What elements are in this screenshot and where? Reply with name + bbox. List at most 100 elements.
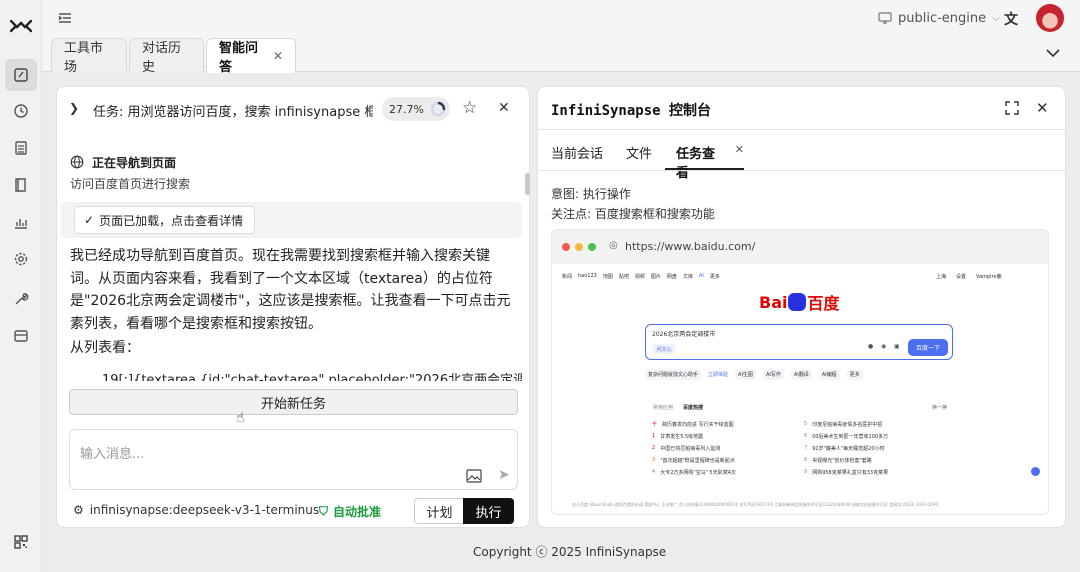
model-selector[interactable]: ⚙ infinisynapse:deepseek-v3-1-terminus [73, 503, 319, 517]
ask-wenxin-chip[interactable]: 问文心 [652, 344, 676, 354]
tab-tool-market[interactable]: 工具市场 [51, 38, 127, 75]
chat-scroll[interactable]: 正在导航到页面 访问百度首页进行搜索 ✓ 页面已加载，点击查看详情 我已经成功导… [57, 133, 531, 381]
nav-title: 正在导航到页面 [92, 156, 177, 170]
baidu-nav-link[interactable]: 贴吧 [619, 273, 629, 280]
camera-icon[interactable]: ▣ [894, 343, 900, 350]
hot-tab-hotsearch[interactable]: 百度热搜 [683, 404, 703, 411]
baidu-nav-link[interactable]: 地图 [603, 273, 613, 280]
hot-rank: 5 [804, 421, 808, 427]
baidu-nav-link[interactable]: 文库 [683, 273, 693, 280]
baidu-username[interactable]: Vampire鹿 [976, 273, 1002, 280]
ai-chip[interactable]: AI写作 [762, 369, 784, 380]
mic-icon[interactable]: ● [868, 343, 873, 350]
hot-item[interactable]: 3 "首次超越"既是里程碑也是新起点 [652, 457, 736, 464]
hot-item[interactable]: 1 甘肃发生5.5级地震 [652, 433, 736, 440]
new-task-button[interactable]: 开始新任务 [69, 389, 518, 415]
hot-item[interactable]: 9 网购958克菜果礼盒只有33克菜果 [804, 469, 888, 476]
gear-icon[interactable] [5, 243, 37, 275]
hot-title: 跨历春发向前进 写行实干绘蓝图 [662, 422, 734, 428]
progress-text: 27.7% [389, 102, 424, 116]
history-icon[interactable] [5, 95, 37, 127]
globe-icon: ◎ [609, 240, 618, 251]
chevron-down-icon[interactable] [1044, 44, 1062, 62]
ai-chip[interactable]: AI编程 [818, 369, 840, 380]
close-icon[interactable]: ✕ [735, 143, 744, 168]
edit-icon[interactable] [5, 59, 37, 91]
ai-chip[interactable]: AI翻译 [790, 369, 812, 380]
chevron-right-icon[interactable]: ❯ [69, 101, 79, 115]
baidu-nav-link[interactable]: AI [699, 273, 704, 280]
window-min-dot [575, 243, 583, 251]
progress-badge: 27.7% [382, 97, 450, 121]
qrcode-icon[interactable] [5, 526, 37, 558]
baidu-search-button[interactable]: 百度一下 [908, 339, 948, 356]
avatar[interactable] [1036, 4, 1064, 32]
auto-approve-toggle[interactable]: ⛉ 自动批准 [319, 503, 381, 520]
image-icon[interactable] [466, 469, 482, 483]
tab-smart-qa[interactable]: 智能问答 ✕ [206, 38, 296, 75]
ai-chip[interactable]: 立即体验 [708, 371, 728, 378]
hot-rank: 9 [804, 469, 808, 475]
hot-refresh[interactable]: 换一换 [932, 404, 947, 411]
ai-chip[interactable]: AI生图 [735, 369, 756, 380]
list-icon[interactable] [5, 132, 37, 164]
tab-bar: 工具市场 对话历史 智能问答 ✕ [42, 36, 1080, 75]
scrollbar[interactable] [525, 173, 530, 195]
execute-button[interactable]: 执行 [463, 498, 514, 524]
task-title: 任务: 用浏览器访问百度，搜索 infinisynapse 框... [93, 105, 373, 120]
send-icon[interactable]: ➤ [498, 467, 510, 483]
hot-item[interactable]: 5 印度尼帕病毒疫情多名医护中招 [804, 421, 888, 428]
baidu-nav-link[interactable]: hao123 [578, 273, 597, 280]
hot-rank: 千 [652, 422, 658, 428]
hot-item[interactable]: 7 92岁"藤美人"每天睡觉超20小时 [804, 445, 888, 452]
baidu-logo-text-cn: 百度 [807, 294, 840, 313]
baidu-nav-link[interactable]: 图片 [651, 273, 661, 280]
plan-button[interactable]: 计划 [414, 498, 464, 524]
tab-current-session[interactable]: 当前会话 [551, 143, 603, 162]
attach-icon[interactable]: ◉ [881, 343, 886, 350]
paw-icon [788, 293, 807, 311]
ai-chip[interactable]: 复杂问题就找文心助手 [645, 369, 702, 380]
hot-item[interactable]: 4 大专2万多网购"宝马" 5天趴窝4次 [652, 469, 736, 476]
baidu-user-links: 上海 设置 Vampire鹿 [936, 273, 1002, 280]
hot-item[interactable]: 8 央视曝光"低价体检套"套路 [804, 457, 888, 464]
engine-selector[interactable]: public-engine ⌵ [878, 9, 1000, 27]
tab-chat-history[interactable]: 对话历史 [129, 38, 204, 75]
baidu-nav-link[interactable]: 更多 [710, 273, 720, 280]
translate-icon[interactable]: 文 [1004, 9, 1022, 28]
close-icon[interactable]: ✕ [273, 49, 283, 63]
fullscreen-icon[interactable] [1004, 100, 1020, 116]
baidu-city[interactable]: 上海 [936, 273, 946, 280]
baidu-nav-link[interactable]: 新闻 [562, 273, 572, 280]
hot-item[interactable]: 6 00后美术生到匿一年营收100多万 [804, 433, 888, 440]
browser-screenshot[interactable]: ◎ https://www.baidu.com/ 新闻 hao123 地图 贴吧… [551, 229, 1049, 515]
wrench-icon[interactable] [5, 283, 37, 315]
intent-text: 意图: 执行操作 [551, 187, 631, 201]
baidu-nav-link[interactable]: 视频 [635, 273, 645, 280]
hot-tab-apps[interactable]: 常用应用 [653, 404, 673, 411]
logo-icon[interactable] [9, 18, 33, 34]
baidu-side-button[interactable] [1031, 467, 1040, 476]
tab-label: 对话历史 [142, 40, 182, 75]
ai-chip[interactable]: 更多 [846, 369, 863, 380]
close-icon[interactable]: ✕ [498, 100, 510, 116]
menu-toggle-icon[interactable] [58, 11, 72, 25]
star-icon[interactable]: ☆ [462, 98, 477, 118]
baidu-settings[interactable]: 设置 [956, 273, 966, 280]
hot-title: 甘肃发生5.5级地震 [660, 434, 704, 440]
hot-item[interactable]: 2 中国已将厄帕病毒列入监测 [652, 445, 736, 452]
tab-files[interactable]: 文件 [626, 143, 652, 162]
baidu-search-box[interactable]: 2026北京两会定调楼市 问文心 ● ◉ ▣ 百度一下 [645, 324, 953, 360]
shield-icon: ⛉ [319, 504, 329, 518]
message-input[interactable]: 输入消息... ➤ [69, 429, 518, 490]
book-icon[interactable] [5, 169, 37, 201]
chart-icon[interactable] [5, 206, 37, 238]
card-icon[interactable] [5, 320, 37, 352]
hot-item[interactable]: 千跨历春发向前进 写行实干绘蓝图 [652, 421, 736, 428]
baidu-nav-link[interactable]: 网盘 [667, 273, 677, 280]
baidu-nav: 新闻 hao123 地图 贴吧 视频 图片 网盘 文库 AI 更多 [562, 273, 720, 280]
baidu-ai-chips: 复杂问题就找文心助手 立即体验 AI生图 AI写作 AI翻译 AI编程 更多 [645, 369, 863, 380]
tab-task-view[interactable]: 任务查看 ✕ [665, 141, 744, 181]
loaded-button[interactable]: ✓ 页面已加载，点击查看详情 [74, 206, 255, 234]
close-icon[interactable]: ✕ [1036, 99, 1049, 117]
